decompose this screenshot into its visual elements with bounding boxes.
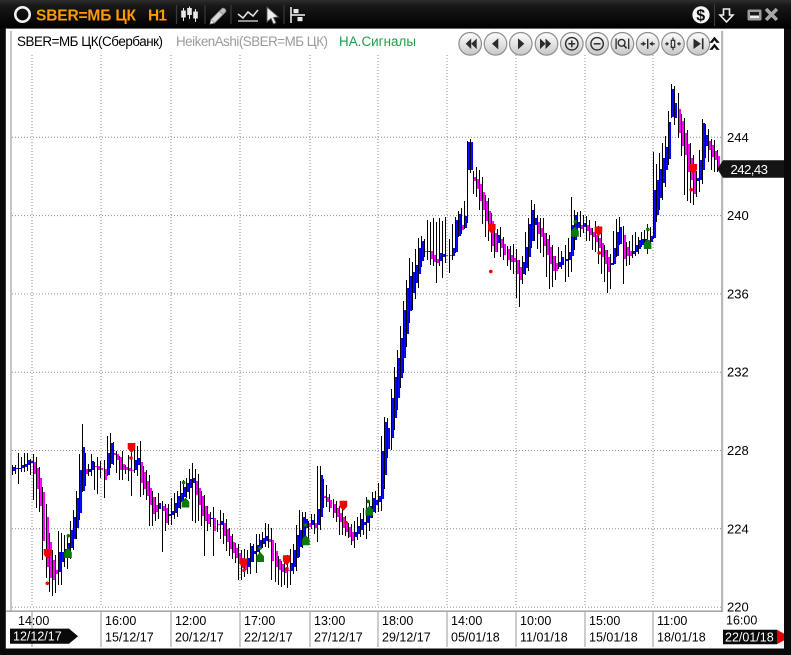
svg-text:16:00: 16:00 (726, 614, 757, 628)
svg-text:224: 224 (727, 521, 749, 536)
svg-text:16:00: 16:00 (105, 614, 136, 628)
svg-text:15/01/18: 15/01/18 (589, 630, 638, 644)
svg-text:НА.Сигналы: НА.Сигналы (339, 34, 416, 49)
svg-text:244: 244 (727, 130, 749, 145)
svg-text:SBER=МБ ЦК: SBER=МБ ЦК (36, 8, 137, 25)
svg-text:$: $ (696, 7, 705, 24)
svg-text:SBER=МБ ЦК(Сбербанк): SBER=МБ ЦК(Сбербанк) (17, 34, 163, 49)
svg-text:17:00: 17:00 (244, 614, 275, 628)
svg-text:HeikenAshi(SBER=МБ ЦК): HeikenAshi(SBER=МБ ЦК) (176, 34, 328, 49)
svg-text:22/01/18: 22/01/18 (725, 630, 774, 644)
svg-text:10:00: 10:00 (520, 614, 551, 628)
svg-text:05/01/18: 05/01/18 (451, 630, 500, 644)
svg-text:18/01/18: 18/01/18 (657, 630, 706, 644)
svg-text:20/12/17: 20/12/17 (175, 630, 224, 644)
svg-text:27/12/17: 27/12/17 (314, 630, 363, 644)
svg-text:29/12/17: 29/12/17 (382, 630, 431, 644)
svg-text:220: 220 (727, 600, 749, 615)
svg-text:14:00: 14:00 (18, 614, 49, 628)
svg-text:15/12/17: 15/12/17 (105, 630, 154, 644)
svg-text:236: 236 (727, 286, 749, 301)
svg-text:13:00: 13:00 (314, 614, 345, 628)
svg-text:11:00: 11:00 (657, 614, 687, 628)
svg-text:H1: H1 (148, 8, 167, 25)
svg-text:240: 240 (727, 208, 749, 223)
svg-text:14:00: 14:00 (451, 614, 482, 628)
svg-text:11/01/18: 11/01/18 (520, 630, 568, 644)
svg-text:12/12/17: 12/12/17 (13, 630, 62, 644)
svg-text:18:00: 18:00 (382, 614, 413, 628)
svg-text:228: 228 (727, 443, 749, 458)
svg-text:12:00: 12:00 (175, 614, 206, 628)
svg-text:15:00: 15:00 (589, 614, 620, 628)
svg-text:242,43: 242,43 (731, 162, 769, 177)
svg-text:232: 232 (727, 365, 749, 380)
svg-text:22/12/17: 22/12/17 (244, 630, 293, 644)
